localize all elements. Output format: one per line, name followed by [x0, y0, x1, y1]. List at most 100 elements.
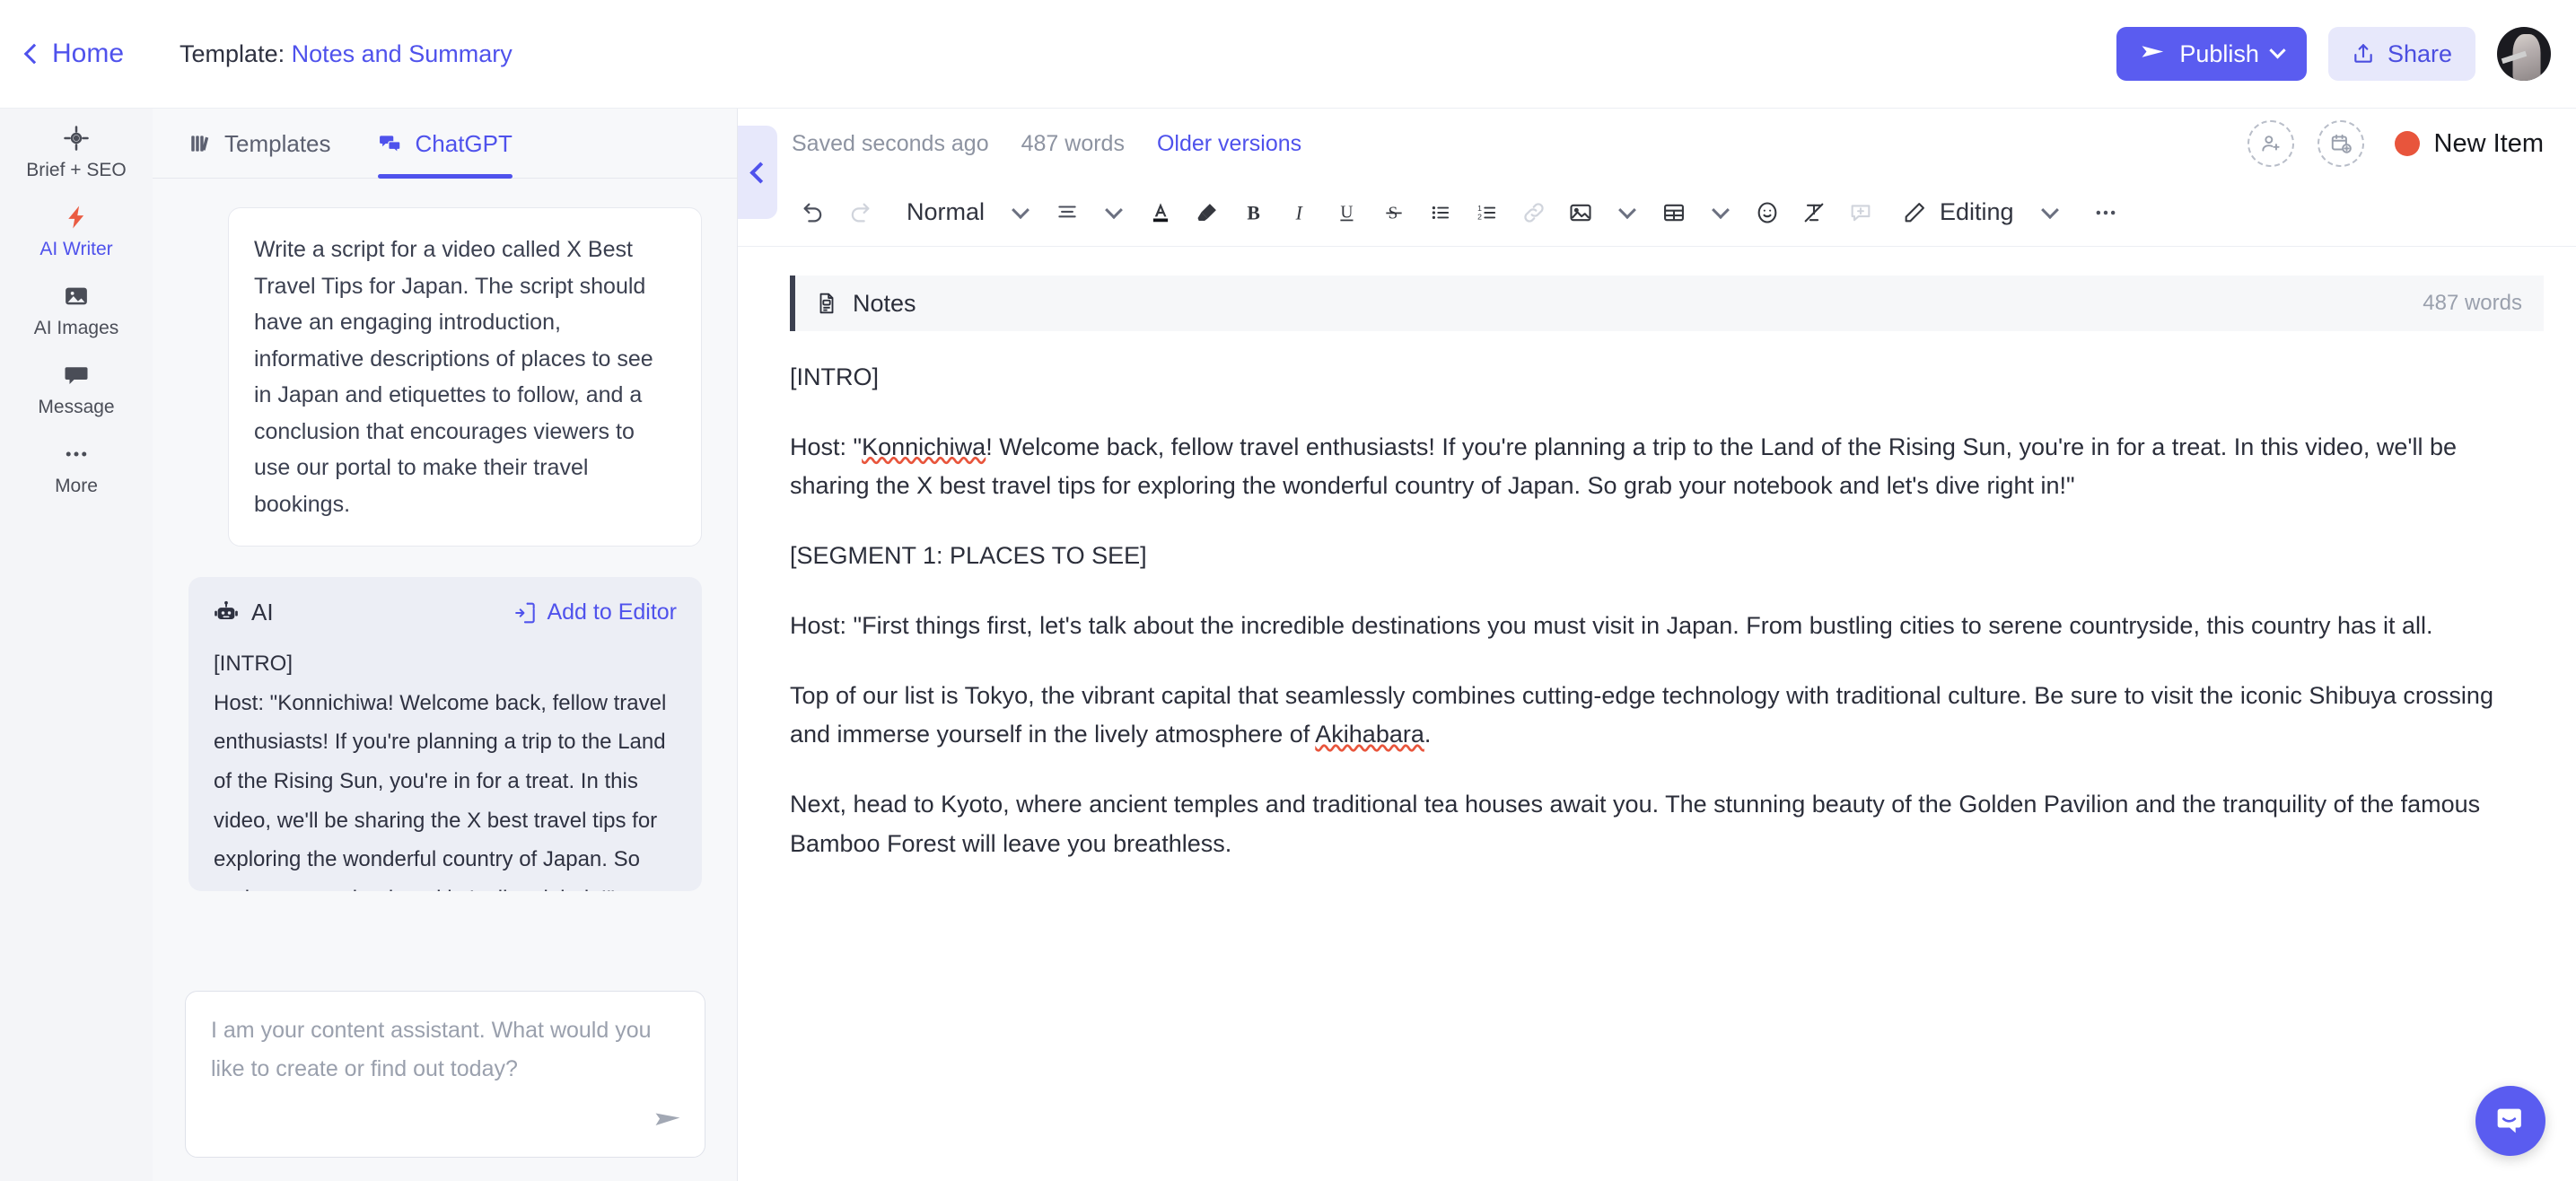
add-comment-button[interactable] [1837, 189, 1884, 236]
ai-message-text: [INTRO] Host: "Konnichiwa! Welcome back,… [214, 652, 667, 891]
intercom-launcher-button[interactable] [2475, 1086, 2545, 1156]
chevron-left-icon [23, 43, 45, 65]
editing-mode-caret[interactable] [2027, 189, 2073, 236]
doc-text: Host: "First things first, let's talk ab… [790, 611, 2433, 639]
align-icon [1058, 205, 1076, 217]
send-icon [2142, 46, 2164, 57]
send-button[interactable] [653, 1106, 683, 1141]
editing-mode-label: Editing [1940, 198, 2014, 225]
misspelled-word: Akihabara [1315, 721, 1424, 748]
chevron-left-icon [749, 161, 771, 184]
new-item-button[interactable]: New Item [2394, 129, 2544, 159]
status-dot-icon [2394, 131, 2420, 156]
home-back-link[interactable]: Home [23, 39, 124, 69]
sidebar-item-brief-seo[interactable]: Brief + SEO [0, 118, 153, 188]
insert-image-button[interactable] [1557, 189, 1604, 236]
editing-mode-button[interactable]: Editing [1895, 189, 2014, 236]
bullet-list-button[interactable] [1417, 189, 1464, 236]
chevron-down-icon [2040, 200, 2059, 219]
template-name-link[interactable]: Notes and Summary [292, 40, 513, 67]
publish-label: Publish [2179, 39, 2259, 67]
sidebar-item-ai-images[interactable]: AI Images [0, 276, 153, 346]
breadcrumb: Template: Notes and Summary [180, 40, 513, 68]
emoji-icon [1757, 201, 1777, 223]
doc-paragraph: [SEGMENT 1: PLACES TO SEE] [790, 537, 2511, 576]
section-title-label: Notes [853, 289, 916, 317]
italic-button[interactable]: I [1277, 189, 1324, 236]
avatar[interactable] [2497, 27, 2551, 81]
share-upload-icon [2354, 44, 2372, 63]
sidebar-item-label: Brief + SEO [26, 159, 127, 180]
add-person-button[interactable] [2247, 120, 2294, 167]
emoji-button[interactable] [1744, 189, 1791, 236]
sidebar-item-message[interactable]: Message [0, 354, 153, 424]
sidebar-item-label: More [55, 475, 98, 496]
paragraph-style-caret[interactable] [997, 189, 1044, 236]
strikethrough-button[interactable]: S [1371, 189, 1417, 236]
saved-status: Saved seconds ago [792, 130, 989, 156]
ellipsis-icon [66, 451, 87, 456]
clear-formatting-button[interactable] [1791, 189, 1837, 236]
pencil-icon [1905, 202, 1924, 222]
top-bar: Home Template: Notes and Summary Publish… [0, 0, 2576, 109]
chat-composer[interactable]: I am your content assistant. What would … [185, 991, 705, 1158]
italic-icon: I [1295, 202, 1304, 223]
intercom-chat-icon [2497, 1108, 2521, 1133]
chevron-down-icon [1618, 200, 1636, 219]
insert-table-caret[interactable] [1697, 189, 1744, 236]
undo-icon [803, 203, 822, 222]
redo-button[interactable] [837, 189, 883, 236]
document-body[interactable]: [INTRO] Host: "Konnichiwa! Welcome back,… [738, 331, 2576, 1139]
publish-button[interactable]: Publish [2116, 27, 2307, 81]
editor-toolbar: Normal B I U 1 2 Editing [738, 179, 2576, 247]
sidebar-item-ai-writer[interactable]: AI Writer [0, 197, 153, 267]
ai-author-label: AI [251, 599, 274, 625]
table-icon [1664, 204, 1684, 221]
link-button[interactable] [1511, 189, 1557, 236]
sidebar-item-label: AI Images [33, 317, 119, 338]
section-header-notes: Notes 487 words [790, 276, 2544, 331]
tab-chatgpt[interactable]: ChatGPT [377, 109, 513, 179]
lightning-bolt-icon [68, 206, 84, 228]
underline-button[interactable]: U [1324, 189, 1371, 236]
target-icon [64, 125, 89, 151]
doc-text: [SEGMENT 1: PLACES TO SEE] [790, 542, 1147, 570]
share-button[interactable]: Share [2327, 27, 2475, 81]
older-versions-link[interactable]: Older versions [1157, 131, 1301, 157]
sidebar-item-more[interactable]: More [0, 433, 153, 503]
align-button[interactable] [1044, 189, 1091, 236]
add-calendar-icon [2331, 134, 2352, 153]
text-color-button[interactable] [1137, 189, 1184, 236]
template-prefix-label: Template: [180, 39, 285, 67]
collapse-panel-button[interactable] [738, 126, 777, 219]
section-title: Notes [815, 290, 916, 318]
toolbar-more-button[interactable] [2082, 189, 2129, 236]
add-to-document-icon [515, 602, 536, 623]
chat-bubbles-icon [379, 136, 400, 154]
bold-button[interactable]: B [1231, 189, 1277, 236]
editor-header: Saved seconds ago 487 words Older versio… [738, 109, 2576, 179]
doc-paragraph: Host: "First things first, let's talk ab… [790, 607, 2511, 646]
paragraph-style-select[interactable]: Normal [894, 189, 997, 236]
ai-assistant-panel: Templates ChatGPT Write a script for a v… [153, 109, 738, 1181]
insert-image-caret[interactable] [1604, 189, 1651, 236]
undo-button[interactable] [790, 189, 837, 236]
numbered-list-button[interactable]: 1 2 [1464, 189, 1511, 236]
share-label: Share [2387, 39, 2452, 67]
section-word-count: 487 words [2423, 291, 2522, 315]
ai-author: AI [214, 599, 274, 626]
left-rail: Brief + SEO AI Writer AI Images Message [0, 109, 153, 1181]
add-to-editor-button[interactable]: Add to Editor [514, 599, 677, 625]
editor-pane: Saved seconds ago 487 words Older versio… [738, 109, 2576, 1181]
insert-table-button[interactable] [1651, 189, 1697, 236]
doc-text: [INTRO] [790, 363, 879, 390]
text-color-icon [1152, 202, 1169, 222]
document-icon [819, 293, 834, 314]
chat-bubble-icon [65, 366, 88, 384]
svg-text:I: I [1295, 202, 1304, 223]
align-caret[interactable] [1091, 189, 1137, 236]
highlight-button[interactable] [1184, 189, 1231, 236]
tab-templates[interactable]: Templates [188, 109, 331, 179]
sidebar-item-label: AI Writer [39, 238, 113, 259]
add-calendar-button[interactable] [2317, 120, 2364, 167]
